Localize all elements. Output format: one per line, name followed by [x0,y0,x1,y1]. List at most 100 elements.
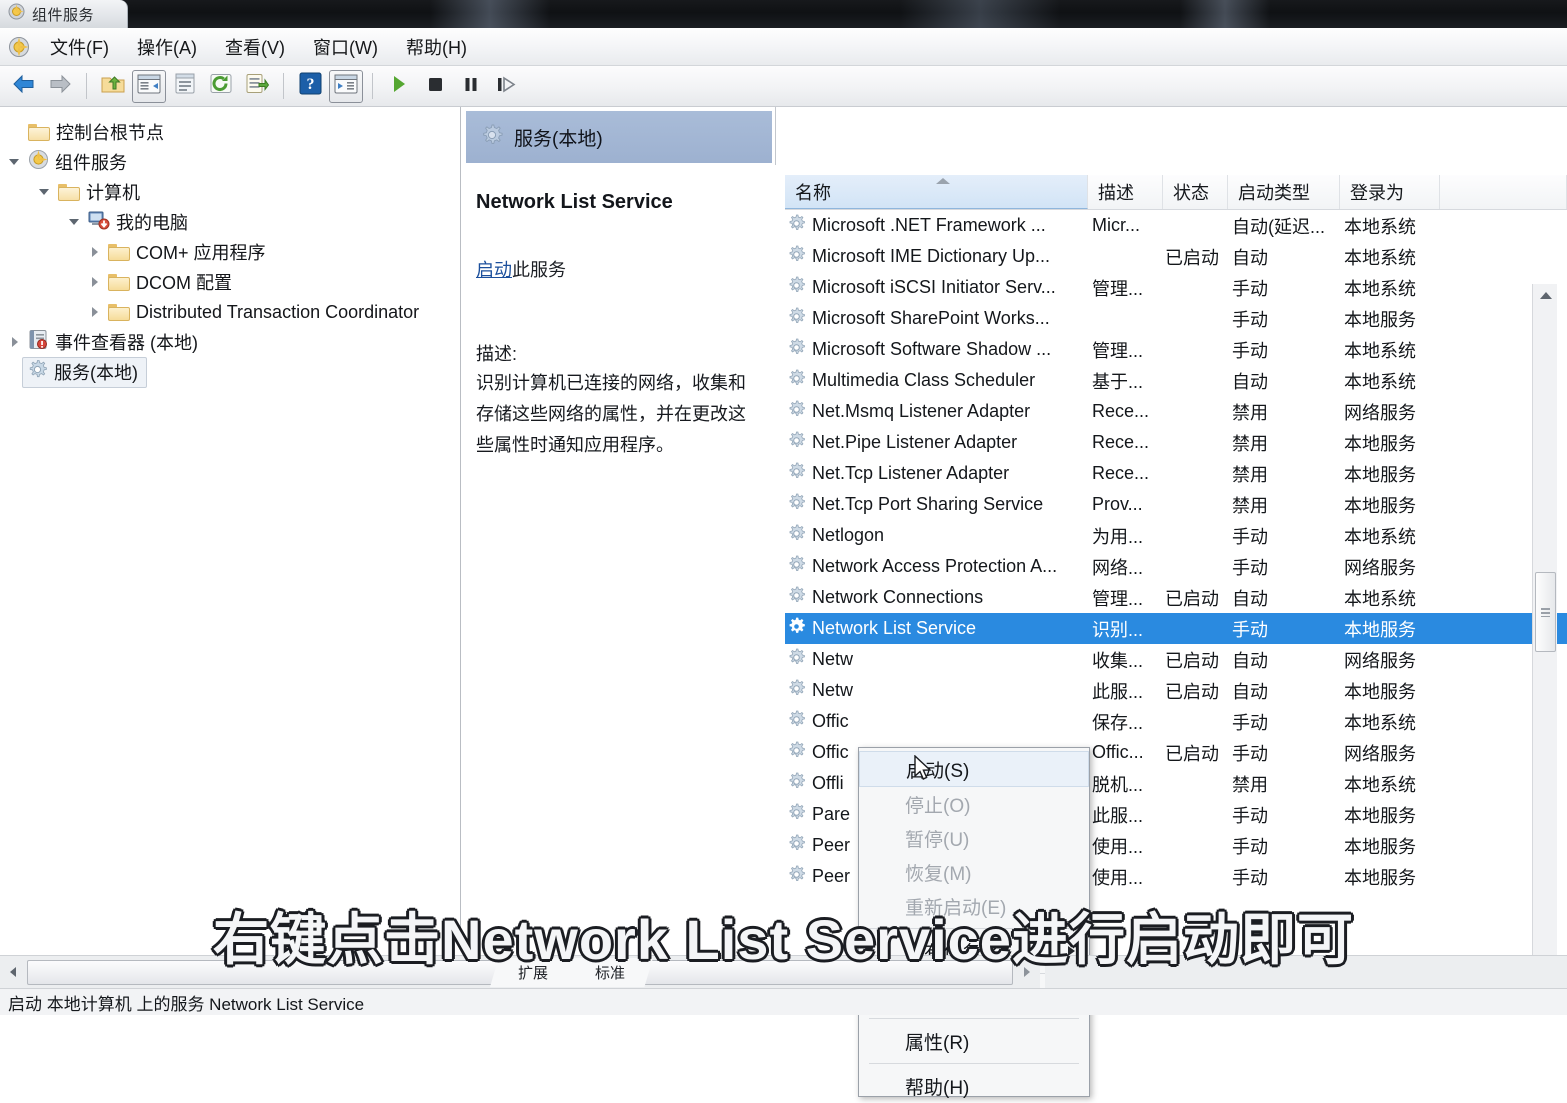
column-header-log-on-as[interactable]: 登录为 [1340,175,1440,209]
table-row[interactable]: Multimedia Class Scheduler基于...自动本地系统 [785,365,1567,396]
show-action-pane-icon [334,74,358,99]
table-row[interactable]: Microsoft SharePoint Works...手动本地服务 [785,303,1567,334]
cell-status: 已启动 [1163,678,1228,704]
service-gear-icon [787,214,806,233]
cell-startup-type: 禁用 [1228,492,1340,518]
service-context-menu[interactable]: 启动(S)停止(O)暂停(U)恢复(M)重新启动(E)所有任务(K)刷新(F)属… [858,747,1090,1097]
table-row[interactable]: Microsoft iSCSI Initiator Serv...管理...手动… [785,272,1567,303]
window-title-tab[interactable]: 组件服务 [0,0,128,28]
column-header-name[interactable]: 名称 [785,175,1088,209]
cell-description: 收集... [1088,647,1163,673]
restart-icon [496,74,518,99]
table-row[interactable]: Network Access Protection A...网络...手动网络服… [785,551,1567,582]
menu-view[interactable]: 查看(V) [211,32,299,62]
toolbar-export-list[interactable] [240,70,274,103]
toolbar-show-action-pane[interactable] [329,70,363,103]
chevron-down-icon[interactable] [68,215,82,229]
scroll-left-button[interactable] [0,957,26,988]
tree-console-root[interactable]: 控制台根节点 [0,117,460,147]
chevron-right-icon[interactable] [88,305,102,319]
tree-dcom-config[interactable]: DCOM 配置 [0,267,460,297]
toolbar-refresh[interactable] [204,70,238,103]
cell-name-text: Netw [812,680,853,701]
cell-name: Netlogon [785,524,1088,548]
chevron-down-icon[interactable] [8,155,22,169]
tree-component-services[interactable]: 组件服务 [0,147,460,177]
list-vertical-scrollbar[interactable] [1532,284,1557,999]
table-row[interactable]: Network List Service识别...手动本地服务 [785,613,1567,644]
table-row[interactable]: Net.Pipe Listener AdapterRece...禁用本地服务 [785,427,1567,458]
chevron-right-icon[interactable] [88,275,102,289]
chevron-right-icon[interactable] [88,245,102,259]
toolbar-pause-service[interactable] [454,70,488,103]
tree-distributed-transaction-coordinator[interactable]: Distributed Transaction Coordinator [0,297,460,327]
cell-log-on-as: 本地系统 [1340,275,1440,301]
toolbar-show-hide-console-tree[interactable] [132,70,166,103]
table-row[interactable]: Netw收集...已启动自动网络服务 [785,644,1567,675]
table-row[interactable]: Microsoft Software Shadow ...管理...手动本地系统 [785,334,1567,365]
table-row[interactable]: Network Connections管理...已启动自动本地系统 [785,582,1567,613]
description-label: 描述: [476,340,762,366]
toolbar-stop-service[interactable] [418,70,452,103]
ctx-start[interactable]: 启动(S) [859,751,1089,787]
cell-name: Microsoft SharePoint Works... [785,307,1088,331]
toolbar-help[interactable]: ? [293,70,327,103]
cell-description: 识别... [1088,616,1163,642]
cell-startup-type: 手动 [1228,337,1340,363]
menu-item-label: 帮助(H) [905,1073,969,1100]
tab-standard[interactable]: 标准 [567,958,653,987]
toolbar-up-one-level[interactable] [96,70,130,103]
component-services-icon [8,3,25,25]
tree-event-viewer[interactable]: 事件查看器 (本地) [0,327,460,357]
cell-description: 使用... [1088,864,1163,890]
column-header-startup-type[interactable]: 启动类型 [1228,175,1340,209]
table-row[interactable]: Netw此服...已启动自动本地服务 [785,675,1567,706]
help-icon: ? [299,72,322,100]
column-header-status[interactable]: 状态 [1163,175,1228,209]
table-row[interactable]: Net.Tcp Port Sharing ServiceProv...禁用本地服… [785,489,1567,520]
cell-name: Netw [785,648,1088,672]
menu-file[interactable]: 文件(F) [36,32,123,62]
toolbar-start-service[interactable] [382,70,416,103]
tree-my-computer[interactable]: 我的电脑 [0,207,460,237]
service-gear-icon [787,462,806,481]
menu-separator [869,928,1079,929]
cell-startup-type: 自动 [1228,244,1340,270]
table-row[interactable]: Microsoft IME Dictionary Up...已启动自动本地系统 [785,241,1567,272]
column-header-label: 描述 [1098,179,1134,205]
column-header-description[interactable]: 描述 [1088,175,1163,209]
menu-window[interactable]: 窗口(W) [299,32,392,62]
service-gear-icon [787,431,806,455]
table-row[interactable]: Microsoft .NET Framework ...Micr...自动(延迟… [785,210,1567,241]
list-column-header: 名称 描述 状态 启动类型 登录为 [785,175,1567,210]
tree-computers[interactable]: 计算机 [0,177,460,207]
ctx-help[interactable]: 帮助(H) [859,1069,1089,1103]
scrollbar-thumb[interactable] [1535,572,1556,652]
scroll-right-button[interactable] [1014,957,1040,988]
menu-help[interactable]: 帮助(H) [392,32,481,62]
menu-action[interactable]: 操作(A) [123,32,211,62]
console-tree-pane[interactable]: 控制台根节点 组件服务 计算机 [0,107,461,949]
titlebar-glow [430,0,550,28]
toolbar-restart-service[interactable] [490,70,524,103]
cell-description: 此服... [1088,678,1163,704]
tree-com-plus-applications[interactable]: COM+ 应用程序 [0,237,460,267]
toolbar-forward[interactable] [43,70,77,103]
scroll-up-button[interactable] [1533,284,1558,306]
tab-extended[interactable]: 扩展 [490,958,576,987]
chevron-right-icon[interactable] [8,335,22,349]
cell-startup-type: 禁用 [1228,771,1340,797]
start-service-link[interactable]: 启动 [476,260,512,280]
table-row[interactable]: Netlogon为用...手动本地系统 [785,520,1567,551]
table-row[interactable]: Offic保存...手动本地系统 [785,706,1567,737]
table-row[interactable]: Net.Tcp Listener AdapterRece...禁用本地服务 [785,458,1567,489]
cell-startup-type: 手动 [1228,275,1340,301]
toolbar-properties[interactable] [168,70,202,103]
column-header-label: 名称 [795,179,831,205]
ctx-properties[interactable]: 属性(R) [859,1024,1089,1058]
table-row[interactable]: Net.Msmq Listener AdapterRece...禁用网络服务 [785,396,1567,427]
toolbar-back[interactable] [7,70,41,103]
tree-services-local[interactable]: 服务(本地) [0,357,460,387]
tree-item-label: 计算机 [86,179,140,205]
chevron-down-icon[interactable] [38,185,52,199]
